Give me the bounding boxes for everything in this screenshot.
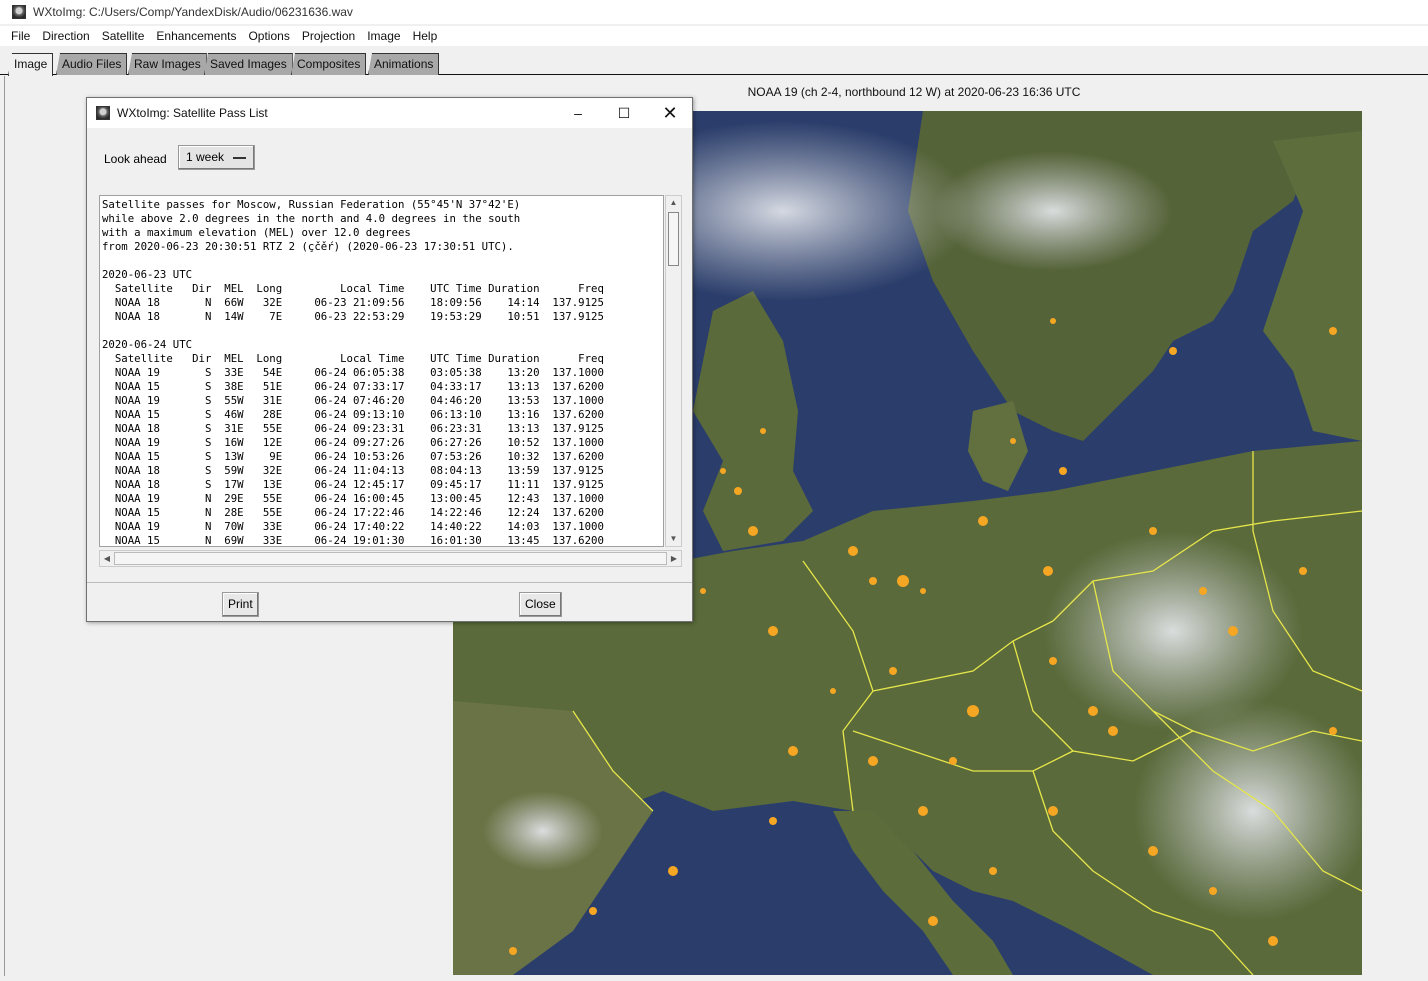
menu-image[interactable]: Image: [361, 26, 406, 46]
dropdown-indicator-icon: [233, 157, 246, 159]
menu-options[interactable]: Options: [242, 26, 295, 46]
print-button[interactable]: Print: [222, 592, 259, 617]
menu-satellite[interactable]: Satellite: [96, 26, 151, 46]
close-icon[interactable]: ✕: [647, 98, 693, 128]
dialog-separator: [87, 582, 692, 583]
menu-file[interactable]: File: [5, 26, 36, 46]
menu-projection[interactable]: Projection: [296, 26, 361, 46]
tab-raw-images[interactable]: Raw Images: [128, 53, 207, 75]
scroll-left-icon[interactable]: ◀: [100, 551, 114, 566]
vertical-scroll-thumb[interactable]: [668, 212, 679, 266]
scroll-right-icon[interactable]: ▶: [667, 551, 681, 566]
window-title: WXtoImg: C:/Users/Comp/YandexDisk/Audio/…: [33, 5, 353, 19]
satellite-pass-list-dialog: WXtoImg: Satellite Pass List – ☐ ✕ Look …: [86, 97, 693, 622]
scroll-up-icon[interactable]: ▲: [666, 196, 681, 210]
scroll-down-icon[interactable]: ▼: [666, 532, 681, 546]
passes-text: Satellite passes for Moscow, Russian Fed…: [102, 198, 604, 547]
look-ahead-value: 1 week: [186, 150, 225, 164]
vertical-scrollbar[interactable]: ▲ ▼: [665, 195, 682, 547]
tab-composites[interactable]: Composites: [291, 53, 367, 75]
horizontal-scrollbar[interactable]: ◀ ▶: [99, 550, 682, 567]
tab-bar: Image Audio Files Raw Images Saved Image…: [0, 48, 1428, 76]
menu-help[interactable]: Help: [407, 26, 444, 46]
close-button[interactable]: Close: [519, 592, 562, 617]
tab-audio-files[interactable]: Audio Files: [56, 53, 128, 75]
look-ahead-label: Look ahead: [104, 152, 167, 166]
horizontal-scroll-thumb[interactable]: [114, 552, 667, 565]
tab-image[interactable]: Image: [8, 53, 54, 76]
dialog-app-icon: [96, 106, 110, 120]
dialog-title: WXtoImg: Satellite Pass List: [117, 106, 268, 120]
passes-text-area[interactable]: Satellite passes for Moscow, Russian Fed…: [99, 195, 664, 547]
menu-enhancements[interactable]: Enhancements: [150, 26, 242, 46]
app-icon: [12, 5, 26, 19]
minimize-icon[interactable]: –: [555, 98, 601, 128]
window-titlebar: WXtoImg: C:/Users/Comp/YandexDisk/Audio/…: [0, 0, 1428, 24]
tab-saved-images[interactable]: Saved Images: [204, 53, 293, 75]
dialog-titlebar[interactable]: WXtoImg: Satellite Pass List – ☐ ✕: [87, 98, 692, 128]
menu-bar: File Direction Satellite Enhancements Op…: [0, 26, 1428, 46]
menu-direction[interactable]: Direction: [36, 26, 95, 46]
look-ahead-select[interactable]: 1 week: [178, 145, 255, 170]
maximize-icon[interactable]: ☐: [601, 98, 647, 128]
tab-animations[interactable]: Animations: [368, 53, 440, 75]
